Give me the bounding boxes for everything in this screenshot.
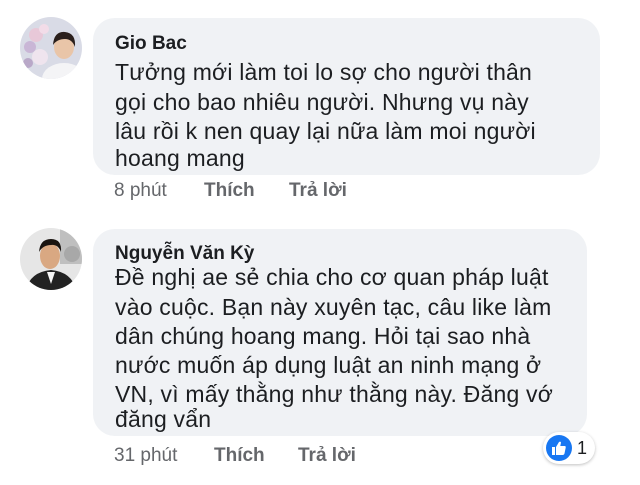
comment-text-line: hoang mang [115,145,245,171]
comment-text-line: dân chúng hoang mang. Hỏi tại sao nhà [115,323,531,349]
comment-actions: 8 phút Thích Trả lời [0,180,640,204]
avatar[interactable] [20,17,82,79]
reply-button[interactable]: Trả lời [298,445,356,467]
comment-author[interactable]: Nguyễn Văn Kỳ [115,243,254,265]
comment-text-line: đăng vẩn [115,406,212,432]
like-button[interactable]: Thích [204,180,255,202]
comment-timestamp[interactable]: 31 phút [114,445,177,467]
avatar[interactable] [20,228,82,290]
comment-text-line: gọi cho bao nhiêu người. Nhưng vụ này [115,89,529,115]
comment-text-line: VN, vì mấy thằng như thằng này. Đăng vớ [115,381,554,407]
like-button[interactable]: Thích [214,445,265,467]
comment-timestamp[interactable]: 8 phút [114,180,167,202]
comment-text-line: nước muốn áp dụng luật an ninh mạng ở [115,352,542,378]
comment-text-line: Tưởng mới làm toi lo sợ cho người thân [115,59,533,85]
comment-text-line: lâu rồi k nen quay lại nữa làm moi người [115,118,536,144]
comment-actions: 31 phút Thích Trả lời [0,445,640,469]
comment-text-line: Đề nghị ae sẻ chia cho cơ quan pháp luật [115,264,549,290]
comment-author[interactable]: Gio Bac [115,33,187,55]
comment-text-line: vào cuộc. Bạn này xuyên tạc, câu like là… [115,294,552,320]
avatar-photo-icon [20,17,82,79]
avatar-photo-icon [20,228,82,290]
reply-button[interactable]: Trả lời [289,180,347,202]
